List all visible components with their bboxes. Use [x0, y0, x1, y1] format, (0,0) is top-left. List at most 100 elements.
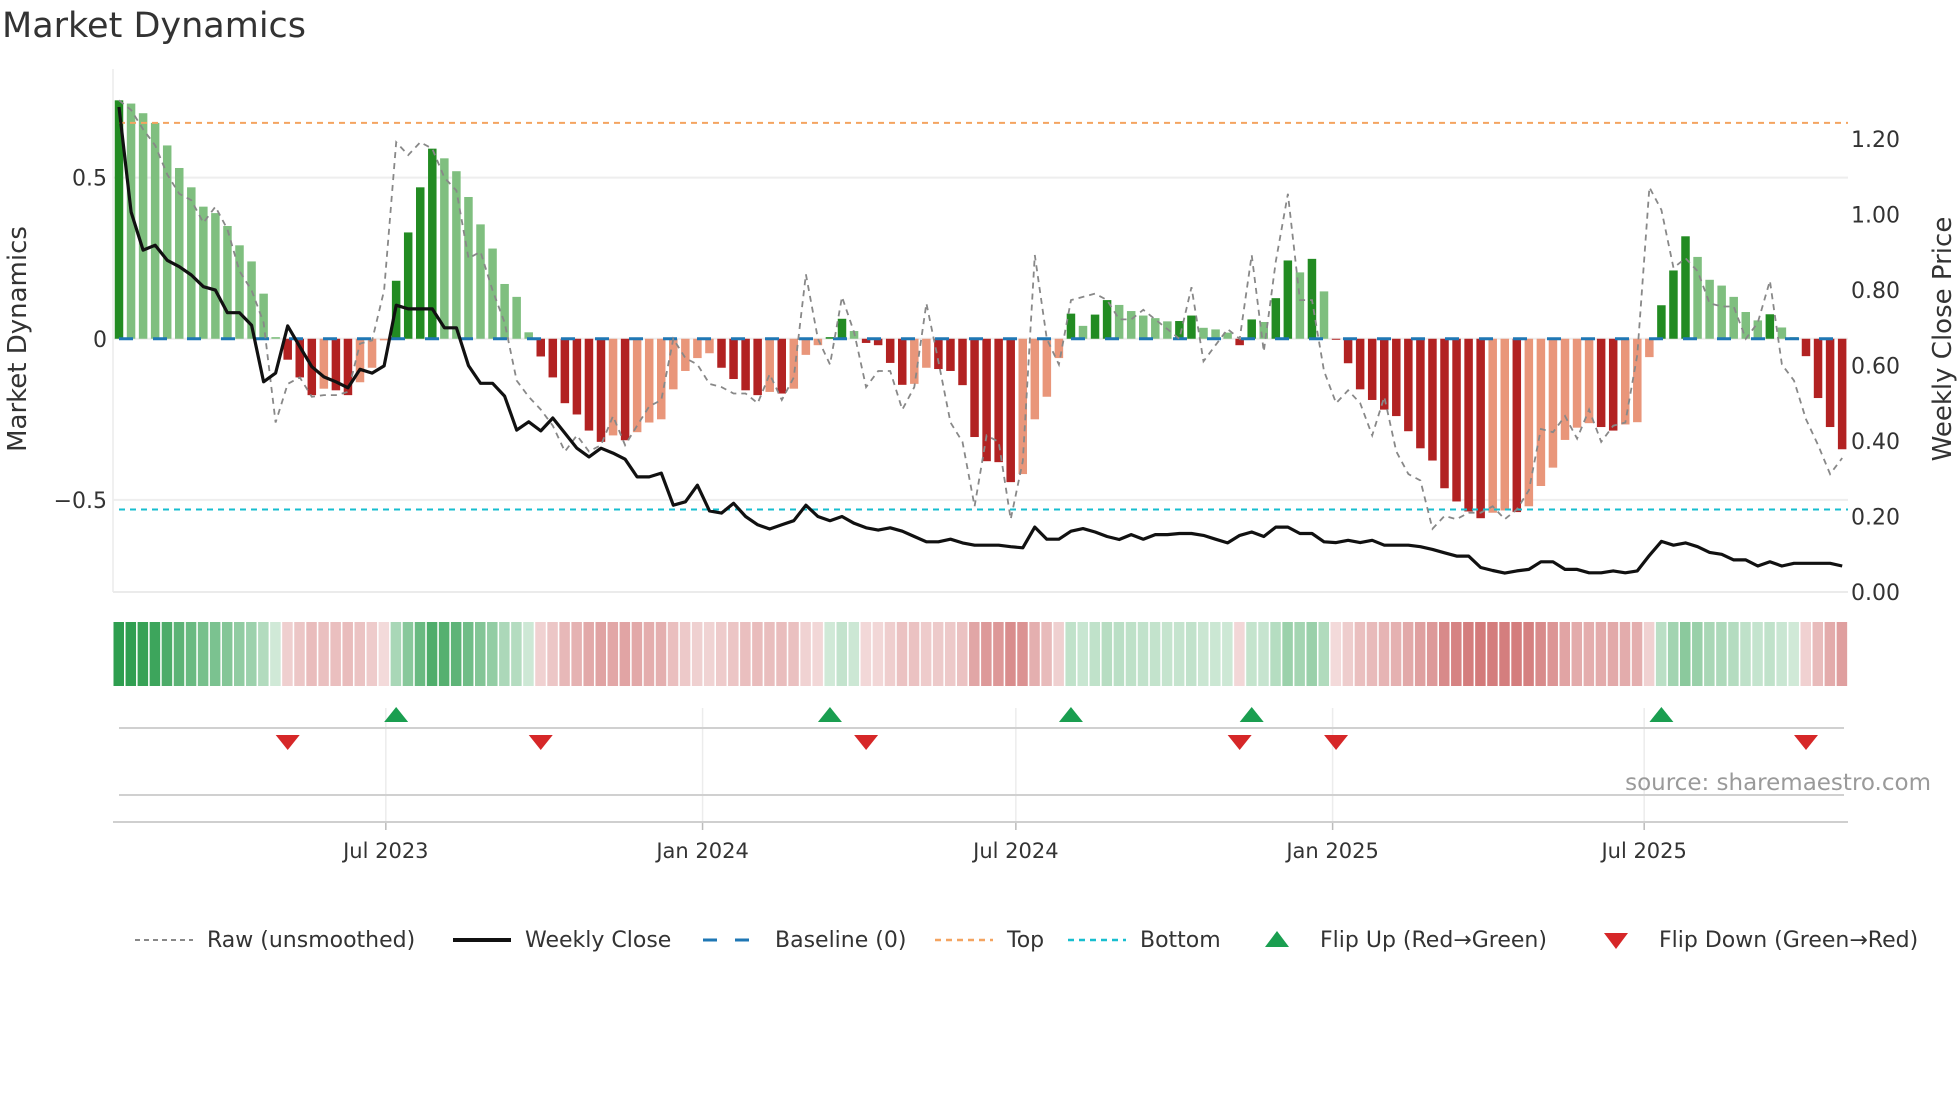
strip-cell — [1571, 622, 1583, 686]
bar — [1199, 327, 1208, 339]
strip-cell — [679, 622, 691, 686]
strip-cell — [330, 622, 341, 686]
strip-cell — [1788, 622, 1799, 686]
strip-cell — [1149, 622, 1161, 686]
strip-cell — [872, 622, 884, 686]
strip-cell — [1366, 622, 1378, 686]
top-line-swatch — [935, 922, 993, 958]
bar — [946, 338, 955, 371]
strip-cell — [246, 622, 257, 686]
bar — [632, 338, 642, 433]
bar — [403, 232, 413, 339]
bar — [777, 338, 786, 394]
strip-cell — [740, 622, 751, 686]
legend-label: Top — [1007, 927, 1045, 953]
bar — [572, 338, 582, 415]
strip-cell — [1065, 622, 1076, 686]
strip-cell — [571, 622, 582, 686]
strip-cell — [1306, 622, 1317, 686]
series-lines — [117, 99, 1843, 575]
flip-down-marker — [1324, 735, 1349, 750]
legend-label: Raw (unsmoothed) — [207, 927, 416, 953]
bar — [138, 113, 148, 339]
strip-cell — [896, 622, 908, 686]
y2-tick-label: 0.60 — [1851, 355, 1900, 380]
strip-cell — [221, 622, 233, 686]
strip-cell — [619, 622, 631, 686]
bar — [1030, 338, 1040, 420]
strip-cell — [1764, 622, 1775, 686]
strip-cell — [884, 622, 896, 686]
strip-cell — [667, 622, 679, 686]
bar — [1416, 338, 1425, 449]
bar — [488, 248, 497, 339]
strip-cell — [1655, 622, 1667, 686]
strip-cell — [426, 622, 438, 686]
strip-cell — [643, 622, 655, 686]
strip-cell — [788, 622, 799, 686]
strip-cell — [1523, 622, 1534, 686]
strip-cell — [209, 622, 221, 686]
strip-cell — [1475, 622, 1486, 686]
strip-cell — [1499, 622, 1510, 686]
strip-cell — [185, 622, 197, 686]
strip-cell — [1318, 622, 1329, 686]
y-tick-label: 0 — [93, 328, 107, 353]
strip-cell — [1728, 622, 1739, 686]
strip-cell — [487, 622, 498, 686]
raw-line — [118, 99, 1843, 531]
strip-cell — [800, 622, 811, 686]
bar — [1006, 338, 1015, 483]
bar — [620, 338, 630, 441]
bar — [1114, 304, 1124, 339]
gridlines — [112, 69, 1848, 593]
bar — [319, 338, 329, 389]
legend: Raw (unsmoothed) Weekly Close Baseline (… — [0, 922, 1960, 962]
triangle-down-icon — [1587, 922, 1645, 958]
strip-cell — [1390, 622, 1402, 686]
x-tick-label: Jan 2025 — [1284, 839, 1379, 863]
bar — [548, 338, 558, 378]
strip-cell — [149, 622, 161, 686]
bar — [1247, 319, 1256, 339]
bar — [982, 338, 991, 462]
bottom-line-swatch — [1068, 922, 1126, 958]
bar — [717, 338, 726, 368]
strip-cell — [1426, 622, 1438, 686]
strip-cell — [836, 622, 847, 686]
bar — [753, 338, 762, 396]
strip-cell — [197, 622, 209, 686]
bar — [500, 283, 509, 339]
strip-cell — [1089, 622, 1101, 686]
strip-cell — [1041, 622, 1052, 686]
strip-cell — [1451, 622, 1462, 686]
bar — [1488, 338, 1497, 513]
strip-cell — [848, 622, 860, 686]
bar — [464, 196, 473, 339]
bar — [1548, 338, 1558, 468]
strip-cell — [1595, 622, 1607, 686]
strip-cell — [511, 622, 522, 686]
strip-cell — [161, 622, 173, 686]
bar — [476, 224, 485, 339]
bar — [1693, 256, 1702, 339]
legend-item-top: Top — [935, 922, 1044, 958]
bar — [1367, 338, 1377, 400]
flip-down-marker — [1227, 735, 1252, 750]
strip-cell — [824, 622, 835, 686]
strip-cell — [1402, 622, 1414, 686]
bar — [1319, 291, 1329, 339]
legend-label: Baseline (0) — [775, 927, 907, 953]
bar — [584, 338, 594, 431]
strip-cell — [1643, 622, 1655, 686]
bar — [199, 206, 208, 339]
strip-cell — [234, 622, 245, 686]
strip-cell — [920, 622, 932, 686]
strip-cell — [1005, 622, 1016, 686]
bar — [1078, 325, 1088, 339]
bar — [1187, 315, 1196, 339]
bar — [1572, 338, 1582, 428]
strip-cell — [378, 622, 390, 686]
bar — [512, 296, 521, 339]
strip-cell — [1137, 622, 1149, 686]
